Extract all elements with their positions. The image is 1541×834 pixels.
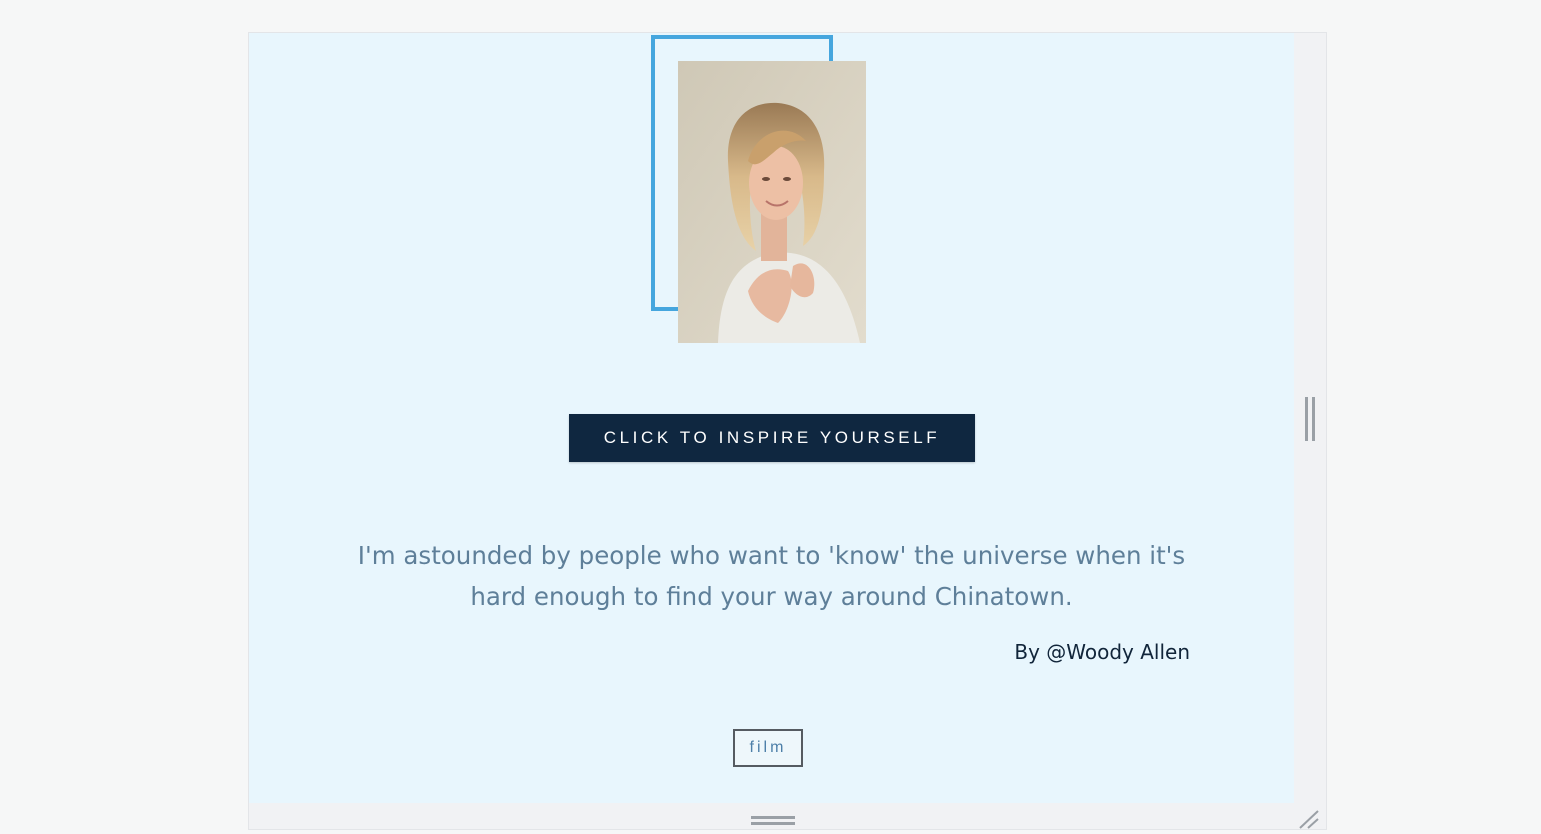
portrait-image	[678, 61, 866, 343]
corner-resize-grip-icon[interactable]	[1297, 809, 1321, 829]
quote-text: I'm astounded by people who want to 'kno…	[357, 541, 1186, 611]
preview-frame: CLICK TO INSPIRE YOURSELF I'm astounded …	[249, 33, 1326, 829]
horizontal-resize-grip-icon[interactable]	[751, 816, 795, 826]
vertical-resize-grip-icon[interactable]	[1305, 397, 1315, 441]
inspire-button[interactable]: CLICK TO INSPIRE YOURSELF	[569, 414, 975, 462]
quote-card: CLICK TO INSPIRE YOURSELF I'm astounded …	[249, 33, 1294, 803]
tag-film[interactable]: film	[733, 729, 803, 767]
quote-author: By @Woody Allen	[1014, 640, 1190, 664]
